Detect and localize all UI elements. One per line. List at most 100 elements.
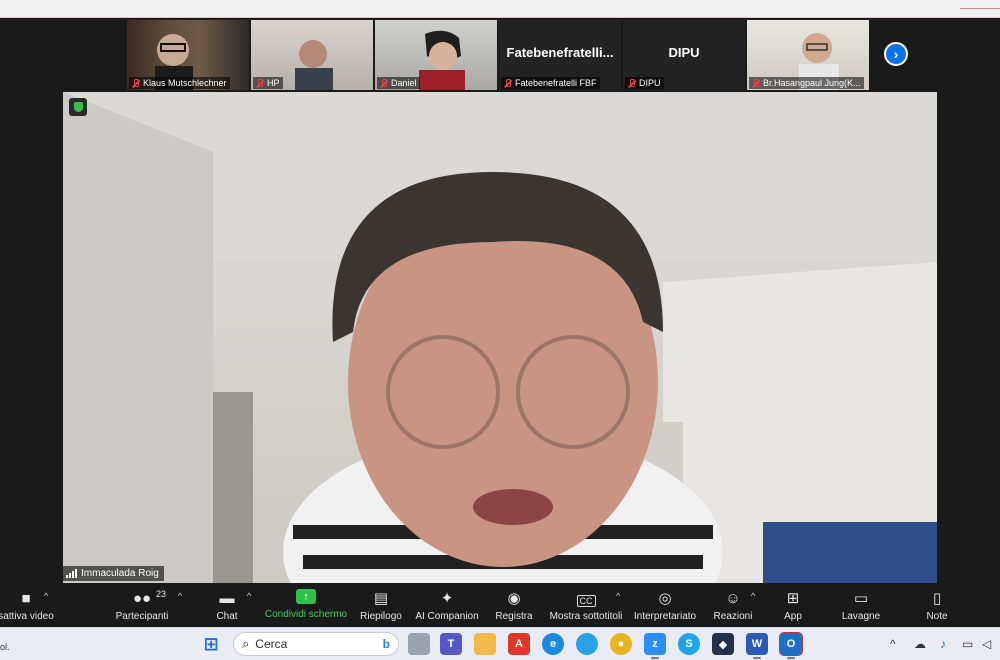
muted-mic-icon [255,78,264,88]
apps-icon: ⊞ [786,590,800,607]
participant-name: HP [267,78,280,88]
muted-mic-icon [627,78,636,88]
sparkle-icon: ✦ [440,590,454,607]
interpretation-label: Interpretariato [633,611,697,622]
skype-icon[interactable]: S [678,633,700,655]
speaker-icon[interactable]: ◁ [982,637,991,651]
chevron-up-icon[interactable]: ^ [890,637,896,651]
participants-count: 23 [156,589,167,599]
speaker-video-frame [63,92,937,583]
word-icon[interactable]: W [746,633,768,659]
chat-button[interactable]: ▬ Chat [210,585,244,627]
captions-icon: CC [576,585,596,607]
apps-button[interactable]: ⊞ App [778,585,808,627]
speaker-name: Immaculada Roig [81,568,159,579]
globe-icon: ◎ [658,590,672,607]
summary-label: Riepilogo [360,611,402,622]
display-icon[interactable]: ▭ [962,637,973,651]
participants-label: Partecipanti [115,611,169,622]
outlook-icon[interactable]: O [779,632,803,659]
reactions-button[interactable]: ☺ Reazioni [710,585,756,627]
participant-name-tag: Br.Hasangpaul Jung(K... [749,77,864,89]
reactions-label: Reazioni [713,611,753,622]
captions-options-caret[interactable]: ^ [616,591,620,601]
participant-thumbnail[interactable]: Fatebenefratelli... Fatebenefratelli FBF [499,20,621,90]
participant-name: Daniel [391,78,417,88]
participants-options-caret[interactable]: ^ [178,591,182,601]
acrobat-icon[interactable]: A [508,633,530,655]
share-screen-icon: ↑ [296,589,316,604]
chrome-icon[interactable]: ● [610,633,632,655]
muted-mic-icon [131,78,140,88]
reactions-options-caret[interactable]: ^ [751,591,755,601]
teams-icon[interactable]: T [440,633,462,655]
speaker-name-tag: Immaculada Roig [63,566,164,581]
notes-label: Note [926,611,948,622]
participant-name-tag: Daniel [377,77,420,89]
chat-options-caret[interactable]: ^ [247,591,251,601]
windows-taskbar: ol. ⊞ ⌕ Cerca b T A e ● z S ◆ W O ^ ☁ ♪ … [0,627,1000,660]
participant-name: DIPU [639,78,661,88]
muted-mic-icon [503,78,512,88]
participant-name-tag: HP [253,77,283,89]
cloud-icon[interactable]: ☁ [914,637,926,651]
captions-label: Mostra sottotitoli [549,611,623,622]
participant-big-name: Fatebenefratelli... [506,45,614,60]
file-explorer-icon[interactable] [474,633,496,655]
taskbar-search-box[interactable]: ⌕ Cerca b [233,632,399,656]
task-view-icon[interactable] [408,633,430,655]
participant-name: Klaus Mutschlechner [143,78,227,88]
smiley-icon: ☺ [725,590,741,607]
ai-companion-label: AI Companion [415,611,479,622]
participant-name: Br.Hasangpaul Jung(K... [763,78,861,88]
meeting-stage: Klaus Mutschlechner HP Daniel Fatebenefr… [0,18,1000,585]
participant-strip: Klaus Mutschlechner HP Daniel Fatebenefr… [127,20,869,90]
bing-icon: b [382,637,390,651]
participant-thumbnail[interactable]: DIPU DIPU [623,20,745,90]
participant-name-tag: Fatebenefratelli FBF [501,77,600,89]
chat-label: Chat [216,611,238,622]
summary-icon: ▤ [373,590,389,607]
participant-thumbnail[interactable]: Daniel [375,20,497,90]
participant-thumbnail[interactable]: Klaus Mutschlechner [127,20,249,90]
search-placeholder: Cerca [255,637,288,651]
active-speaker-video: Immaculada Roig [63,92,937,583]
store-icon[interactable] [576,633,598,655]
share-screen-button[interactable]: ↑ Condividi schermo [262,585,350,627]
signal-bars-icon [66,569,77,578]
microphone-icon[interactable]: ♪ [940,637,946,651]
meeting-toolbar: ■ sattiva video ^ ●● Partecipanti 23 ^ ▬… [0,585,1000,627]
participant-name-tag: DIPU [625,77,664,89]
app-icon[interactable]: ◆ [712,633,734,655]
record-label: Registra [495,611,533,622]
encryption-shield-icon[interactable] [69,98,87,116]
chevron-right-icon[interactable]: › [884,42,908,66]
zoom-icon[interactable]: z [644,633,666,659]
summary-button[interactable]: ▤ Riepilogo [358,585,404,627]
captions-button[interactable]: CC Mostra sottotitoli [548,585,624,627]
video-options-caret[interactable]: ^ [44,591,48,601]
top-accent-line [960,8,1000,9]
notes-button[interactable]: ▯ Note [920,585,954,627]
record-icon: ◉ [507,590,521,607]
record-button[interactable]: ◉ Registra [492,585,536,627]
interpretation-button[interactable]: ◎ Interpretariato [632,585,698,627]
whiteboards-button[interactable]: ▭ Lavagne [838,585,884,627]
video-label: sattiva video [0,611,54,622]
ai-companion-button[interactable]: ✦ AI Companion [414,585,480,627]
search-icon: ⌕ [242,636,250,651]
muted-mic-icon [379,78,388,88]
edge-icon[interactable]: e [542,633,564,655]
notes-icon: ▯ [932,590,942,607]
participant-name: Fatebenefratelli FBF [515,78,597,88]
whiteboard-label: Lavagne [841,611,881,622]
window-top-strip [0,0,1000,18]
cc-badge: CC [576,595,596,607]
participant-thumbnail[interactable]: Br.Hasangpaul Jung(K... [747,20,869,90]
participants-icon: ●● [132,590,152,607]
windows-start-icon[interactable]: ⊞ [200,633,222,655]
participant-big-name: DIPU [668,45,700,60]
participant-thumbnail[interactable]: HP [251,20,373,90]
share-label: Condividi schermo [264,609,348,620]
apps-label: App [784,611,802,622]
